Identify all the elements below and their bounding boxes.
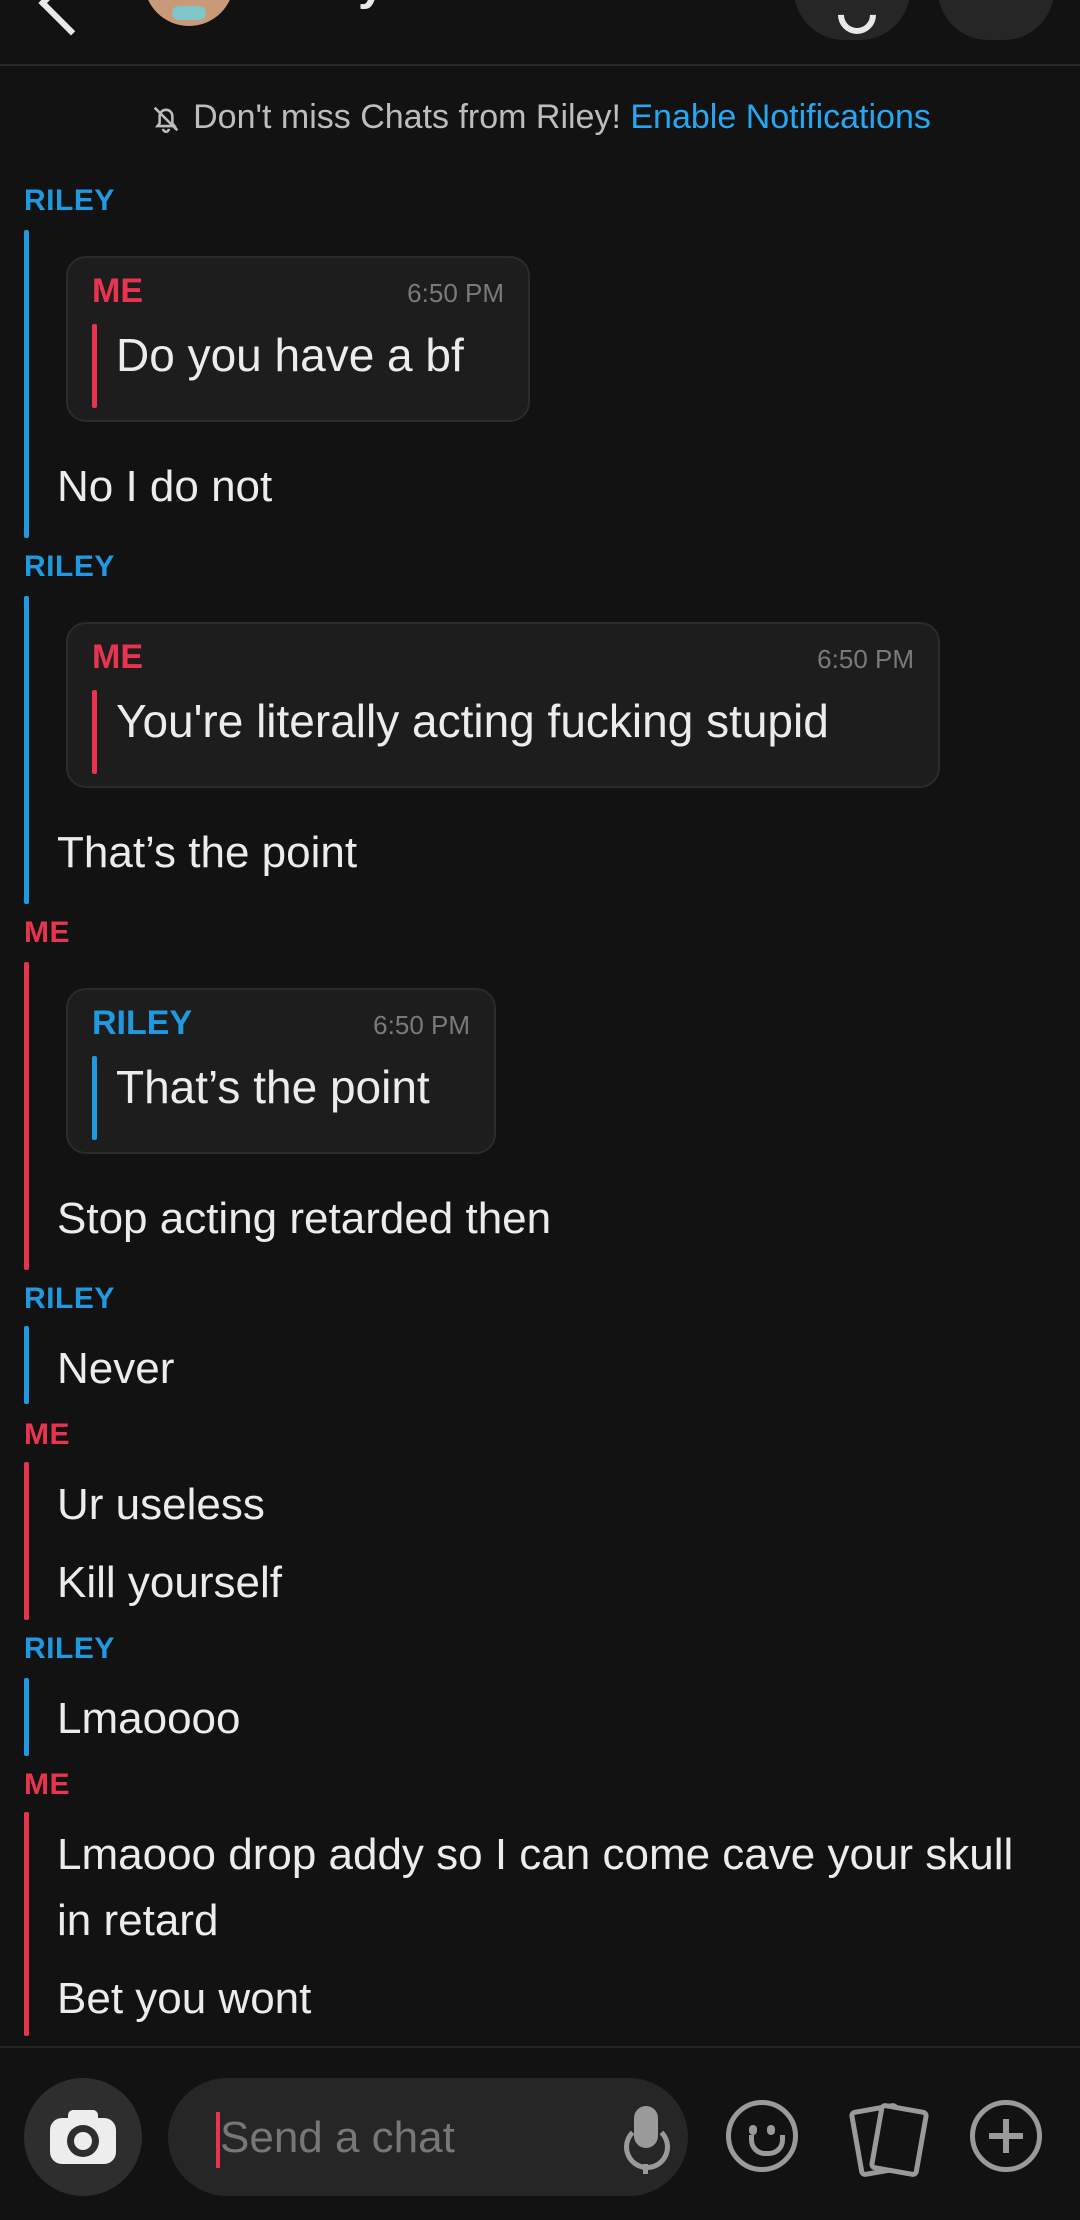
sender-label: RILEY: [24, 550, 115, 583]
sender-bar: [24, 230, 29, 538]
message-text[interactable]: Never: [57, 1336, 174, 1402]
back-arrow-icon[interactable]: [38, 0, 104, 36]
quote-sender: ME: [92, 638, 143, 676]
quote-sender: RILEY: [92, 1004, 193, 1042]
message-text[interactable]: No I do not: [57, 454, 272, 520]
sender-bar: [24, 1326, 29, 1404]
phone-icon: [830, 0, 884, 42]
message-text[interactable]: Kill yourself: [57, 1550, 282, 1616]
chat-input[interactable]: [168, 2078, 688, 2196]
quote-time: 6:50 PM: [373, 1010, 470, 1040]
quote-time: 6:50 PM: [817, 644, 914, 674]
contact-name[interactable]: Riley: [270, 0, 385, 11]
cards-icon[interactable]: [848, 2100, 930, 2178]
quote-text: You're literally acting fucking stupid: [116, 695, 829, 747]
sender-label: RILEY: [24, 1632, 115, 1665]
chat-input-bar: [0, 2046, 1080, 2220]
sender-label: RILEY: [24, 184, 115, 217]
quoted-message[interactable]: ME 6:50 PM Do you have a bf: [66, 256, 530, 422]
sender-bar: [24, 596, 29, 904]
message-text[interactable]: Lmaoooo: [57, 1686, 240, 1752]
message-text[interactable]: Stop acting retarded then: [57, 1186, 551, 1252]
message-text[interactable]: Bet you wont: [57, 1966, 311, 2032]
send-chat-field[interactable]: [218, 2102, 562, 2174]
sender-bar: [24, 1462, 29, 1620]
sender-label: ME: [24, 916, 70, 949]
quoted-message[interactable]: ME 6:50 PM You're literally acting fucki…: [66, 622, 940, 788]
bell-off-icon: [153, 106, 179, 133]
more-button[interactable]: [938, 0, 1054, 40]
sender-bar: [24, 962, 29, 1270]
message-text[interactable]: Ur useless: [57, 1472, 265, 1538]
quote-sender: ME: [92, 272, 143, 310]
camera-button[interactable]: [24, 2078, 142, 2196]
call-button[interactable]: [794, 0, 910, 42]
quote-text: That’s the point: [116, 1061, 430, 1113]
avatar[interactable]: [144, 0, 234, 26]
sender-label: RILEY: [24, 1282, 115, 1315]
plus-icon[interactable]: [970, 2100, 1042, 2172]
message-text[interactable]: That’s the point: [57, 820, 357, 886]
emoji-icon[interactable]: [726, 2100, 798, 2172]
quote-time: 6:50 PM: [407, 278, 504, 308]
chat-header: Riley: [0, 0, 1080, 66]
quote-text: Do you have a bf: [116, 329, 464, 381]
microphone-icon[interactable]: [616, 2106, 676, 2174]
sender-bar: [24, 1678, 29, 1756]
sender-bar: [24, 1812, 29, 2036]
sender-label: ME: [24, 1768, 70, 1801]
banner-text: Don't miss Chats from Riley!: [193, 98, 621, 136]
message-text[interactable]: Lmaooo drop addy so I can come cave your…: [57, 1822, 1037, 1954]
enable-notifications-link[interactable]: Enable Notifications: [630, 98, 931, 136]
sender-label: ME: [24, 1418, 70, 1451]
notification-banner: Don't miss Chats from Riley! Enable Noti…: [0, 98, 1080, 137]
quoted-message[interactable]: RILEY 6:50 PM That’s the point: [66, 988, 496, 1154]
